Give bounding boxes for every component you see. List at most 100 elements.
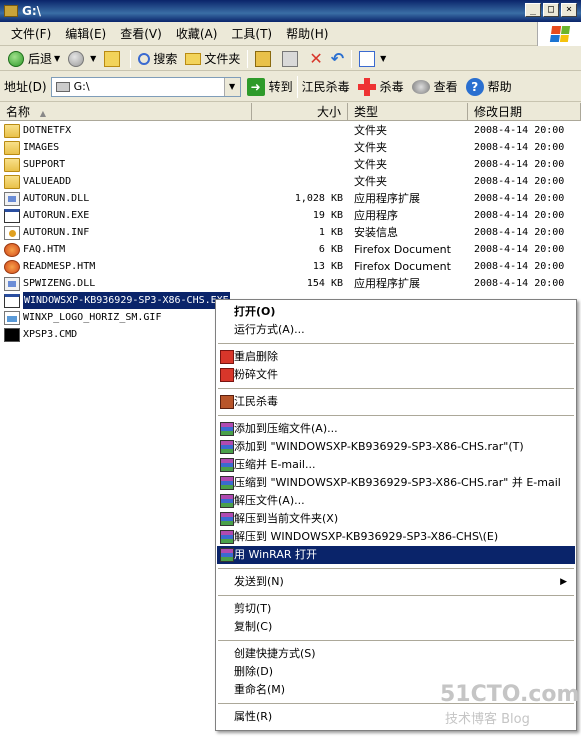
address-dropdown-icon[interactable]: ▼ (223, 77, 240, 96)
folder-file-icon (4, 123, 20, 138)
file-name-cell[interactable]: WINXP_LOGO_HORIZ_SM.GIF (4, 309, 161, 326)
context-menu-item[interactable]: 江民杀毒 (217, 393, 575, 411)
column-size[interactable]: 大小 (252, 103, 348, 121)
kill-virus-button[interactable]: 杀毒 (357, 77, 404, 96)
views-button[interactable]: ▼ (355, 48, 390, 70)
context-menu-item[interactable]: 解压到 WINDOWSXP-KB936929-SP3-X86-CHS\(E) (217, 528, 575, 546)
menu-tools[interactable]: 工具(T) (224, 25, 279, 42)
close-button[interactable]: × (561, 3, 577, 17)
go-button[interactable]: ➜ 转到 (246, 77, 293, 96)
menu-favorites[interactable]: 收藏(A) (169, 25, 225, 42)
context-menu-item[interactable]: 重启删除 (217, 348, 575, 366)
winrar-icon (220, 476, 234, 490)
context-menu-item[interactable]: 剪切(T) (217, 600, 575, 618)
menu-file[interactable]: 文件(F) (4, 25, 58, 42)
copy-to-button[interactable] (278, 48, 305, 70)
dll-file-icon (4, 191, 20, 206)
folders-label: 文件夹 (204, 52, 241, 66)
context-menu-item[interactable]: 压缩到 "WINDOWSXP-KB936929-SP3-X86-CHS.rar"… (217, 474, 575, 492)
column-name[interactable]: 名称 ▲ (0, 103, 252, 121)
context-menu-item[interactable]: 打开(O) (217, 303, 575, 321)
scan-button[interactable]: 查看 (411, 78, 458, 95)
context-menu-item[interactable]: 粉碎文件 (217, 366, 575, 384)
file-name-cell[interactable]: DOTNETFX (4, 122, 71, 139)
file-row[interactable]: READMESP.HTM 13 KB Firefox Document 2008-4-… (0, 258, 581, 275)
file-name-cell[interactable]: SUPPORT (4, 156, 65, 173)
menu-separator (218, 388, 574, 389)
back-dropdown-icon[interactable]: ▼ (54, 54, 60, 63)
file-row[interactable]: IMAGES 文件夹 2008-4-14 20:00 (0, 139, 581, 156)
file-date: 2008-4-14 20:00 (474, 261, 565, 272)
context-menu-item[interactable]: 复制(C) (217, 618, 575, 636)
delete-x-icon: ✕ (309, 49, 323, 68)
file-name-cell[interactable]: AUTORUN.INF (4, 224, 89, 241)
context-menu-label: 用 WinRAR 打开 (234, 548, 318, 561)
folder-file-icon (4, 157, 20, 172)
file-type: 文件夹 (354, 158, 387, 171)
red-cross-icon (357, 77, 376, 96)
context-menu-item[interactable]: 解压文件(A)... (217, 492, 575, 510)
menu-help[interactable]: 帮助(H) (279, 25, 335, 42)
up-button[interactable] (100, 48, 127, 70)
maximize-button[interactable]: □ (543, 3, 559, 17)
address-input[interactable]: G:\ ▼ (50, 76, 241, 97)
forward-button[interactable]: ▼ (64, 48, 100, 70)
context-menu-item[interactable]: 添加到 "WINDOWSXP-KB936929-SP3-X86-CHS.rar"… (217, 438, 575, 456)
context-menu-item[interactable]: 发送到(N) ▶ (217, 573, 575, 591)
move-to-icon (255, 50, 272, 67)
menu-edit[interactable]: 编辑(E) (58, 25, 113, 42)
context-menu-label: 压缩并 E-mail... (234, 458, 316, 471)
context-menu-item[interactable]: 运行方式(A)... (217, 321, 575, 339)
file-row[interactable]: VALUEADD 文件夹 2008-4-14 20:00 (0, 173, 581, 190)
context-menu-item[interactable]: 删除(D) (217, 663, 575, 681)
file-name-cell[interactable]: AUTORUN.EXE (4, 207, 89, 224)
file-row[interactable]: SUPPORT 文件夹 2008-4-14 20:00 (0, 156, 581, 173)
column-modified[interactable]: 修改日期 (468, 103, 581, 121)
file-row[interactable]: AUTORUN.DLL 1,028 KB 应用程序扩展 2008-4-14 20:00 (0, 190, 581, 207)
context-menu-item[interactable]: 添加到压缩文件(A)... (217, 420, 575, 438)
context-menu-item[interactable]: 解压到当前文件夹(X) (217, 510, 575, 528)
addressbar-divider (296, 75, 298, 98)
back-button[interactable]: 后退 ▼ (4, 48, 64, 70)
file-name-cell[interactable]: IMAGES (4, 139, 59, 156)
file-name-cell[interactable]: VALUEADD (4, 173, 71, 190)
search-button[interactable]: 搜索 (134, 48, 181, 70)
file-size: 154 KB (306, 278, 343, 289)
file-name-cell[interactable]: FAQ.HTM (4, 241, 65, 258)
help-label: 帮助 (487, 80, 512, 94)
help-button[interactable]: ? 帮助 (465, 77, 512, 96)
file-row[interactable]: SPWIZENG.DLL 154 KB 应用程序扩展 2008-4-14 20:00 (0, 275, 581, 292)
folders-button[interactable]: 文件夹 (181, 48, 244, 70)
context-menu-label: 解压文件(A)... (234, 494, 305, 507)
context-menu-label: 运行方式(A)... (234, 323, 305, 336)
file-name-cell[interactable]: SPWIZENG.DLL (4, 275, 95, 292)
winrar-icon (220, 422, 234, 436)
file-name-cell[interactable]: AUTORUN.DLL (4, 190, 89, 207)
watermark-subtitle: 技术博客 Blog (445, 712, 530, 727)
winrar-icon (220, 512, 234, 526)
views-icon (359, 50, 376, 67)
file-row[interactable]: AUTORUN.INF 1 KB 安装信息 2008-4-14 20:00 (0, 224, 581, 241)
undo-button[interactable]: ↶ (327, 48, 348, 70)
context-menu-label: 发送到(N) (234, 575, 284, 588)
column-type[interactable]: 类型 (348, 103, 468, 121)
file-row[interactable]: FAQ.HTM 6 KB Firefox Document 2008-4-14 20:… (0, 241, 581, 258)
context-menu-label: 删除(D) (234, 665, 274, 678)
file-name-cell[interactable]: XPSP3.CMD (4, 326, 77, 343)
file-row[interactable]: DOTNETFX 文件夹 2008-4-14 20:00 (0, 122, 581, 139)
delete-button[interactable]: ✕ (305, 48, 326, 70)
file-row[interactable]: AUTORUN.EXE 19 KB 应用程序 2008-4-14 20:00 (0, 207, 581, 224)
jiangmin-button[interactable]: 江民杀毒 (302, 78, 350, 95)
context-menu-label: 剪切(T) (234, 602, 272, 615)
context-menu-item[interactable]: 创建快捷方式(S) (217, 645, 575, 663)
htm-file-icon (4, 242, 20, 257)
context-menu-item[interactable]: 用 WinRAR 打开 (217, 546, 575, 564)
move-to-button[interactable] (251, 48, 278, 70)
minimize-button[interactable]: _ (525, 3, 541, 17)
windows-logo-icon (537, 22, 581, 46)
menu-view[interactable]: 查看(V) (113, 25, 169, 42)
context-menu-item[interactable]: 压缩并 E-mail... (217, 456, 575, 474)
file-name-cell[interactable]: READMESP.HTM (4, 258, 95, 275)
file-name-cell[interactable]: WINDOWSXP-KB936929-SP3-X86-CHS.EXE (4, 291, 231, 310)
forward-dropdown-icon[interactable]: ▼ (90, 54, 96, 63)
